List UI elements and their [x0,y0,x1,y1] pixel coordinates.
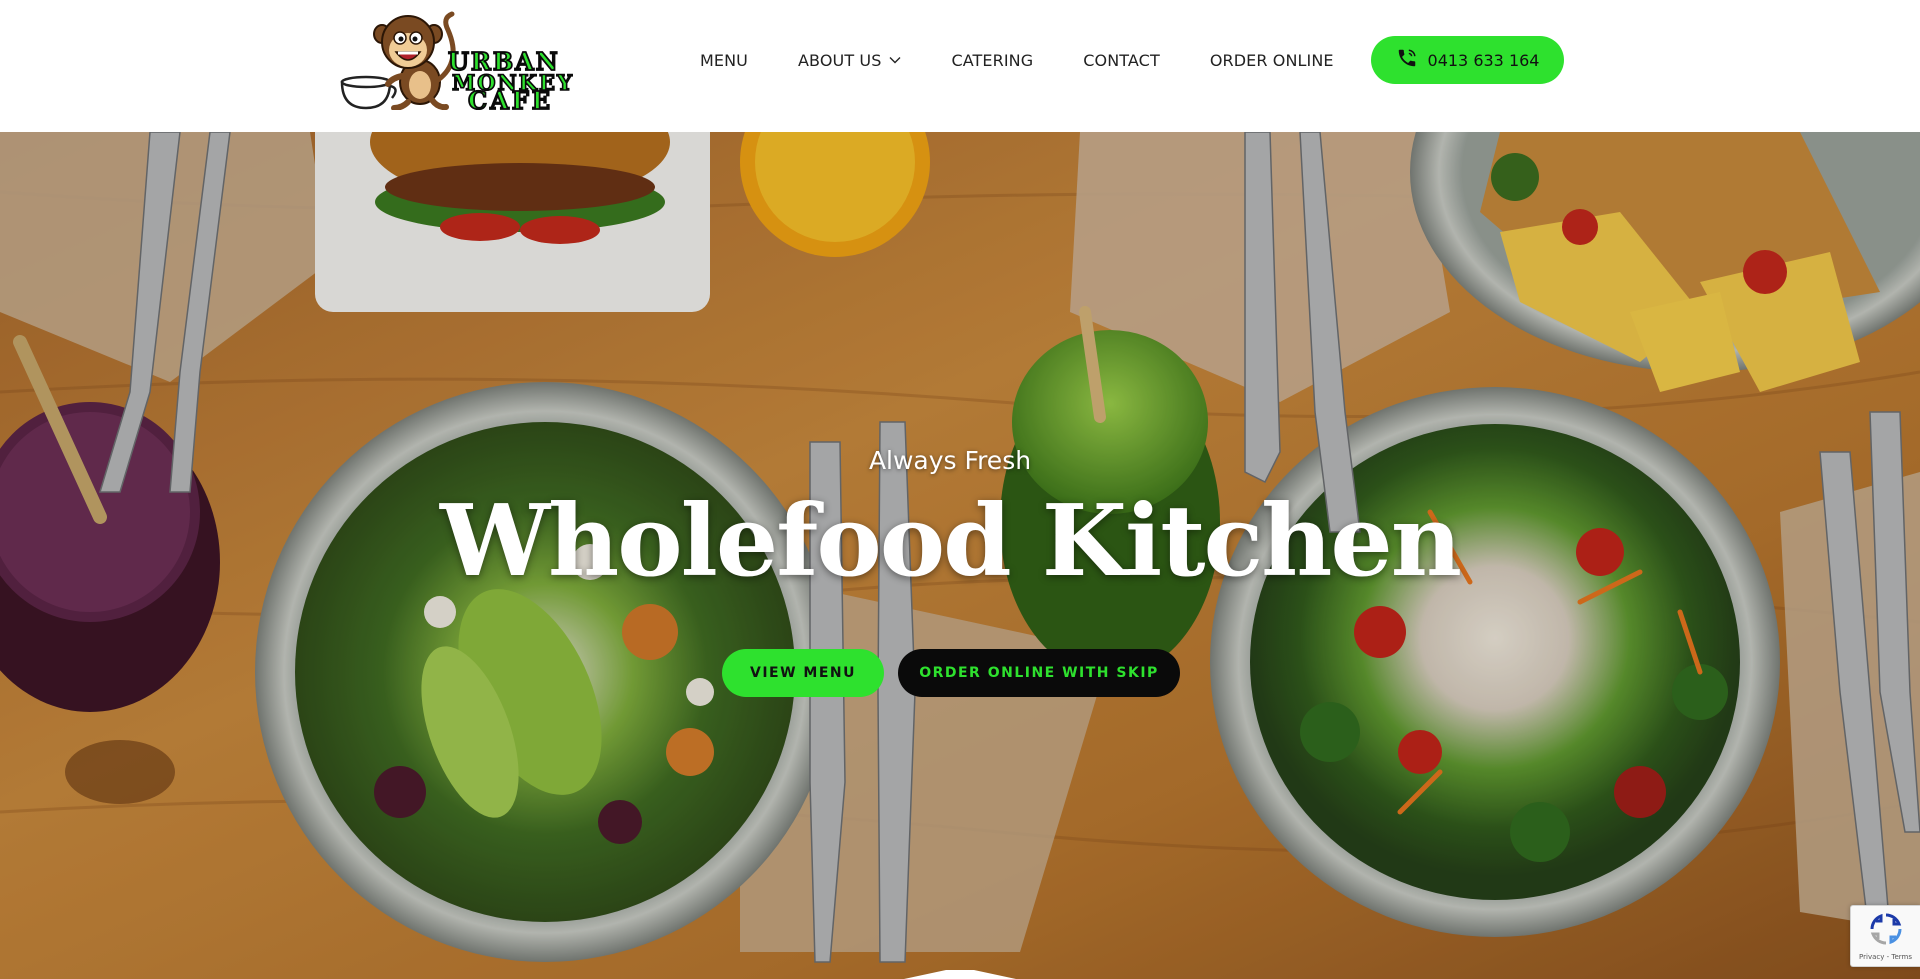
nav-item-menu[interactable]: MENU [700,40,773,80]
nav-item-catering[interactable]: CATERING [926,40,1058,80]
nav-item-label: ABOUT US [798,50,882,70]
nav-item-label: CONTACT [1083,50,1160,70]
nav-item-label: MENU [700,50,748,70]
monkey-logo-icon: URBAN MONKEY CAFE [340,11,573,110]
chevron-down-icon [889,56,901,64]
site-logo[interactable]: URBAN MONKEY CAFE [338,10,606,110]
recaptcha-links[interactable]: Privacy - Terms [1859,953,1912,961]
nav-item-about-us[interactable]: ABOUT US [773,40,926,80]
phone-icon [1396,47,1418,73]
svg-text:CAFE: CAFE [468,86,553,110]
view-menu-button[interactable]: VIEW MENU [722,649,884,697]
recaptcha-icon [1869,912,1903,950]
nav-item-contact[interactable]: CONTACT [1058,40,1185,80]
nav-item-label: CATERING [951,50,1034,70]
nav-item-label: ORDER ONLINE [1209,50,1334,70]
section-divider [904,970,1016,979]
site-header: URBAN MONKEY CAFE MENU ABOUT US CATERING… [0,0,1920,132]
main-nav: MENU ABOUT US CATERING CONTACT ORDER ONL… [700,0,1359,120]
hero-eyebrow: Always Fresh [868,446,1032,475]
order-online-skip-button[interactable]: ORDER ONLINE WITH SKIP [898,649,1180,697]
recaptcha-badge[interactable]: Privacy - Terms [1850,905,1920,967]
phone-call-button[interactable]: 0413 633 164 [1371,36,1564,84]
phone-number: 0413 633 164 [1427,50,1540,70]
hero-title: Wholefood Kitchen [440,484,1462,599]
hero-cta-group: VIEW MENU ORDER ONLINE WITH SKIP [722,649,1180,697]
hero-section: Always Fresh Wholefood Kitchen VIEW MENU… [0,132,1920,979]
nav-item-order-online[interactable]: ORDER ONLINE [1185,40,1359,80]
